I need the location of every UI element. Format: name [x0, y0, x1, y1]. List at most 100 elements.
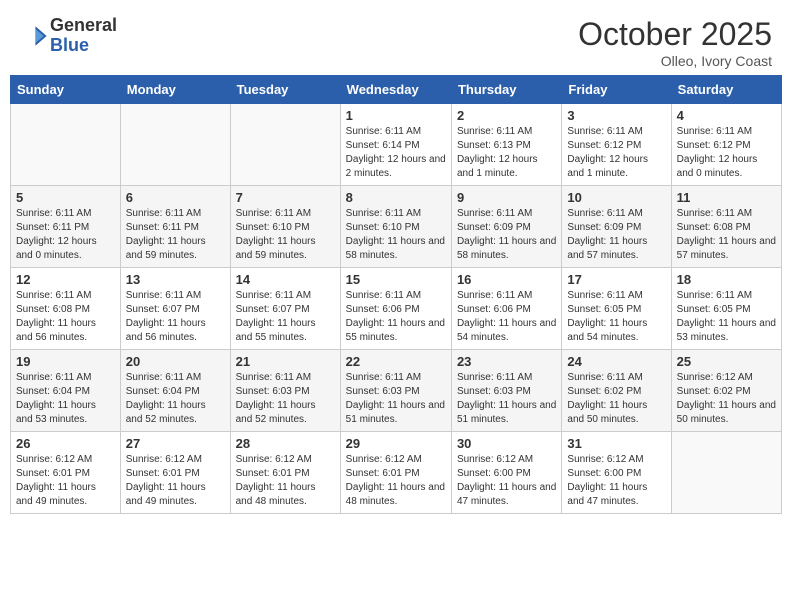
calendar-cell	[671, 432, 781, 514]
day-info: Sunrise: 6:11 AM Sunset: 6:12 PM Dayligh…	[677, 125, 776, 181]
col-header-sunday: Sunday	[11, 76, 121, 104]
day-info: Sunrise: 6:11 AM Sunset: 6:08 PM Dayligh…	[16, 289, 115, 345]
day-info: Sunrise: 6:12 AM Sunset: 6:00 PM Dayligh…	[457, 453, 556, 509]
calendar-cell: 24Sunrise: 6:11 AM Sunset: 6:02 PM Dayli…	[562, 350, 671, 432]
day-info: Sunrise: 6:11 AM Sunset: 6:12 PM Dayligh…	[567, 125, 665, 181]
calendar-cell: 2Sunrise: 6:11 AM Sunset: 6:13 PM Daylig…	[451, 104, 561, 186]
day-number: 5	[16, 190, 115, 205]
day-number: 31	[567, 436, 665, 451]
calendar-cell: 20 Sunrise: 6:11 AM Sunset: 6:04 PM Dayli…	[120, 350, 230, 432]
col-header-saturday: Saturday	[671, 76, 781, 104]
day-number: 27	[126, 436, 225, 451]
day-info: Sunrise: 6:11 AM Sunset: 6:06 PM Dayligh…	[457, 289, 556, 345]
day-number: 19	[16, 354, 115, 369]
day-info: Sunrise: 6:11 AM Sunset: 6:10 PM Dayligh…	[346, 207, 446, 263]
day-info: Sunrise: 6:11 AM Sunset: 6:03 PM Dayligh…	[236, 371, 335, 427]
day-info: Sunrise: 6:11 AM Sunset: 6:14 PM Dayligh…	[346, 125, 446, 181]
logo-icon	[20, 22, 48, 50]
calendar-cell: 30 Sunrise: 6:12 AM Sunset: 6:00 PM Dayli…	[451, 432, 561, 514]
calendar-cell: 6 Sunrise: 6:11 AM Sunset: 6:11 PM Daylig…	[120, 186, 230, 268]
day-number: 22	[346, 354, 446, 369]
day-number: 29	[346, 436, 446, 451]
day-number: 9	[457, 190, 556, 205]
day-info: Sunrise: 6:11 AM Sunset: 6:05 PM Dayligh…	[567, 289, 665, 345]
calendar-cell: 23 Sunrise: 6:11 AM Sunset: 6:03 PM Dayli…	[451, 350, 561, 432]
day-info: Sunrise: 6:12 AM Sunset: 6:01 PM Dayligh…	[126, 453, 225, 509]
calendar-cell: 4Sunrise: 6:11 AM Sunset: 6:12 PM Daylig…	[671, 104, 781, 186]
calendar-cell: 18 Sunrise: 6:11 AM Sunset: 6:05 PM Dayli…	[671, 268, 781, 350]
day-number: 2	[457, 108, 556, 123]
day-info: Sunrise: 6:11 AM Sunset: 6:09 PM Dayligh…	[567, 207, 665, 263]
col-header-monday: Monday	[120, 76, 230, 104]
title-block: October 2025 Olleo, Ivory Coast	[578, 16, 772, 69]
calendar-cell: 19 Sunrise: 6:11 AM Sunset: 6:04 PM Dayli…	[11, 350, 121, 432]
day-number: 12	[16, 272, 115, 287]
day-info: Sunrise: 6:12 AM Sunset: 6:01 PM Dayligh…	[236, 453, 335, 509]
day-number: 11	[677, 190, 776, 205]
day-number: 23	[457, 354, 556, 369]
logo: General Blue	[20, 16, 117, 56]
day-number: 18	[677, 272, 776, 287]
calendar-cell: 29 Sunrise: 6:12 AM Sunset: 6:01 PM Dayli…	[340, 432, 451, 514]
col-header-tuesday: Tuesday	[230, 76, 340, 104]
day-info: Sunrise: 6:11 AM Sunset: 6:09 PM Dayligh…	[457, 207, 556, 263]
day-info: Sunrise: 6:11 AM Sunset: 6:11 PM Dayligh…	[16, 207, 115, 263]
calendar-header-row: SundayMondayTuesdayWednesdayThursdayFrid…	[11, 76, 782, 104]
calendar-cell: 14Sunrise: 6:11 AM Sunset: 6:07 PM Dayli…	[230, 268, 340, 350]
calendar-cell	[120, 104, 230, 186]
day-number: 14	[236, 272, 335, 287]
calendar-cell: 25 Sunrise: 6:12 AM Sunset: 6:02 PM Dayli…	[671, 350, 781, 432]
day-info: Sunrise: 6:12 AM Sunset: 6:01 PM Dayligh…	[346, 453, 446, 509]
calendar-cell: 12 Sunrise: 6:11 AM Sunset: 6:08 PM Dayli…	[11, 268, 121, 350]
day-info: Sunrise: 6:12 AM Sunset: 6:00 PM Dayligh…	[567, 453, 665, 509]
day-number: 10	[567, 190, 665, 205]
day-info: Sunrise: 6:11 AM Sunset: 6:04 PM Dayligh…	[126, 371, 225, 427]
calendar-week-row: 1 Sunrise: 6:11 AM Sunset: 6:14 PM Daylig…	[11, 104, 782, 186]
calendar-week-row: 12 Sunrise: 6:11 AM Sunset: 6:08 PM Dayli…	[11, 268, 782, 350]
day-number: 20	[126, 354, 225, 369]
day-info: Sunrise: 6:11 AM Sunset: 6:05 PM Dayligh…	[677, 289, 776, 345]
day-info: Sunrise: 6:11 AM Sunset: 6:04 PM Dayligh…	[16, 371, 115, 427]
calendar-table: SundayMondayTuesdayWednesdayThursdayFrid…	[10, 75, 782, 514]
day-number: 21	[236, 354, 335, 369]
day-number: 15	[346, 272, 446, 287]
location-subtitle: Olleo, Ivory Coast	[578, 53, 772, 69]
calendar-cell: 9 Sunrise: 6:11 AM Sunset: 6:09 PM Daylig…	[451, 186, 561, 268]
calendar-cell: 28Sunrise: 6:12 AM Sunset: 6:01 PM Dayli…	[230, 432, 340, 514]
day-info: Sunrise: 6:11 AM Sunset: 6:11 PM Dayligh…	[126, 207, 225, 263]
calendar-cell: 3 Sunrise: 6:11 AM Sunset: 6:12 PM Daylig…	[562, 104, 671, 186]
col-header-wednesday: Wednesday	[340, 76, 451, 104]
logo-text: General Blue	[50, 16, 117, 56]
day-number: 1	[346, 108, 446, 123]
logo-blue: Blue	[50, 35, 89, 55]
calendar-cell: 11 Sunrise: 6:11 AM Sunset: 6:08 PM Dayli…	[671, 186, 781, 268]
calendar-cell: 15Sunrise: 6:11 AM Sunset: 6:06 PM Dayli…	[340, 268, 451, 350]
calendar-cell: 31 Sunrise: 6:12 AM Sunset: 6:00 PM Dayli…	[562, 432, 671, 514]
calendar-week-row: 19 Sunrise: 6:11 AM Sunset: 6:04 PM Dayli…	[11, 350, 782, 432]
calendar-cell: 13Sunrise: 6:11 AM Sunset: 6:07 PM Dayli…	[120, 268, 230, 350]
day-info: Sunrise: 6:12 AM Sunset: 6:02 PM Dayligh…	[677, 371, 776, 427]
calendar-cell	[230, 104, 340, 186]
calendar-cell: 10 Sunrise: 6:11 AM Sunset: 6:09 PM Dayli…	[562, 186, 671, 268]
logo-general: General	[50, 15, 117, 35]
day-number: 26	[16, 436, 115, 451]
day-number: 30	[457, 436, 556, 451]
calendar-cell: 5 Sunrise: 6:11 AM Sunset: 6:11 PM Daylig…	[11, 186, 121, 268]
col-header-thursday: Thursday	[451, 76, 561, 104]
day-info: Sunrise: 6:11 AM Sunset: 6:08 PM Dayligh…	[677, 207, 776, 263]
day-number: 25	[677, 354, 776, 369]
calendar-cell: 17Sunrise: 6:11 AM Sunset: 6:05 PM Dayli…	[562, 268, 671, 350]
day-info: Sunrise: 6:11 AM Sunset: 6:03 PM Dayligh…	[457, 371, 556, 427]
calendar-cell: 26Sunrise: 6:12 AM Sunset: 6:01 PM Dayli…	[11, 432, 121, 514]
day-number: 3	[567, 108, 665, 123]
day-number: 24	[567, 354, 665, 369]
day-number: 7	[236, 190, 335, 205]
calendar-cell: 16Sunrise: 6:11 AM Sunset: 6:06 PM Dayli…	[451, 268, 561, 350]
calendar-week-row: 5 Sunrise: 6:11 AM Sunset: 6:11 PM Daylig…	[11, 186, 782, 268]
day-info: Sunrise: 6:11 AM Sunset: 6:07 PM Dayligh…	[126, 289, 225, 345]
calendar-cell	[11, 104, 121, 186]
day-info: Sunrise: 6:11 AM Sunset: 6:10 PM Dayligh…	[236, 207, 335, 263]
calendar-cell: 22Sunrise: 6:11 AM Sunset: 6:03 PM Dayli…	[340, 350, 451, 432]
day-number: 6	[126, 190, 225, 205]
calendar-cell: 21 Sunrise: 6:11 AM Sunset: 6:03 PM Dayli…	[230, 350, 340, 432]
